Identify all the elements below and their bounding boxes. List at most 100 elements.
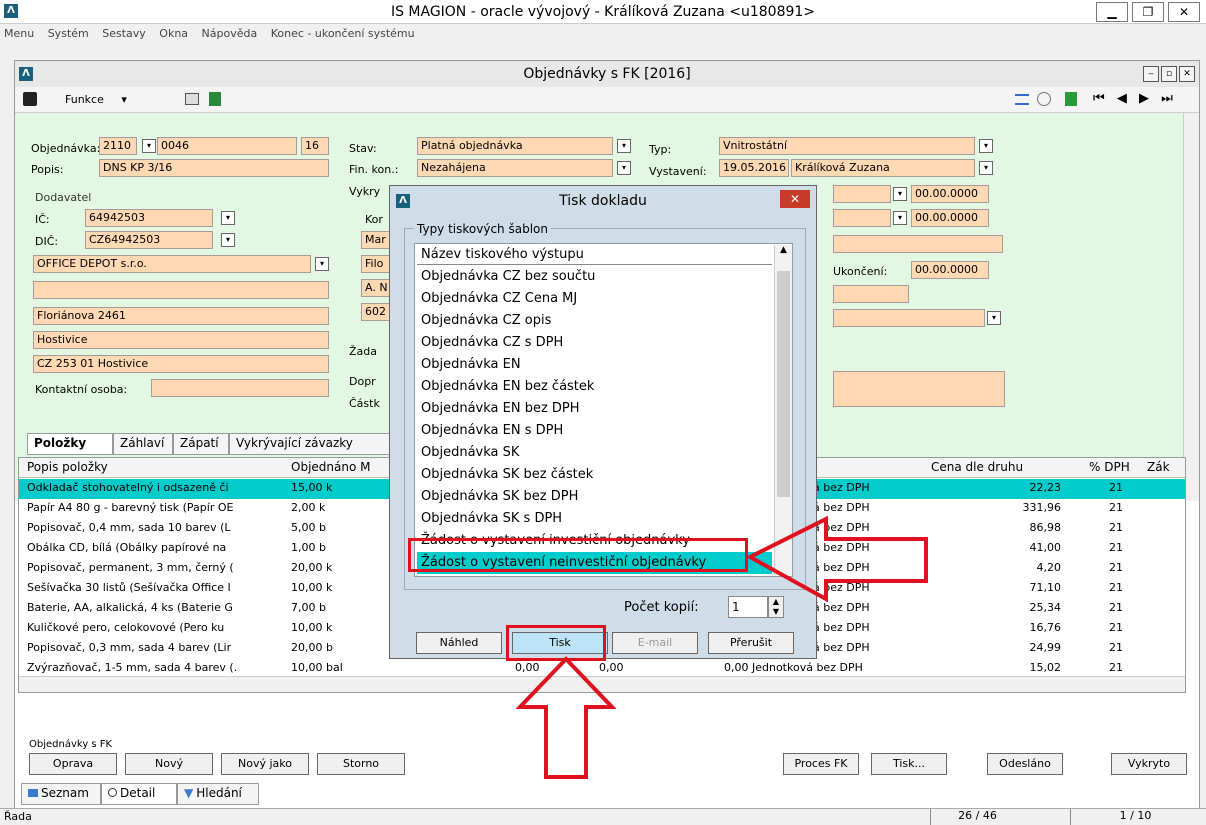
inner-close-button[interactable]: ✕ bbox=[1179, 66, 1195, 82]
vystaveni-datum-field[interactable]: 19.05.2016 bbox=[719, 159, 789, 177]
col-popis-header[interactable]: Popis položky bbox=[27, 460, 108, 474]
scroll-up-icon[interactable]: ▲ bbox=[775, 245, 792, 261]
projekt-dropdown[interactable]: ▾ bbox=[987, 311, 1001, 325]
templates-list-header[interactable]: Název tiskového výstupu bbox=[417, 245, 772, 265]
firma2-field[interactable] bbox=[33, 281, 329, 299]
misto-field[interactable] bbox=[833, 235, 1003, 253]
ulice-field[interactable]: Floriánova 2461 bbox=[33, 307, 329, 325]
proces-fk-button[interactable]: Proces FK bbox=[783, 753, 859, 775]
nahled-button[interactable]: Náhled bbox=[416, 632, 502, 654]
view-detail[interactable]: Detail bbox=[101, 783, 177, 805]
popis-field[interactable]: DNS KP 3/16 bbox=[99, 159, 329, 177]
scroll-thumb[interactable] bbox=[777, 271, 790, 497]
view-seznam[interactable]: Seznam bbox=[21, 783, 101, 805]
termin-field[interactable] bbox=[833, 209, 891, 227]
view-hledani[interactable]: ▼ Hledání bbox=[177, 783, 259, 805]
tab-vykryvajici[interactable]: Vykrývající závazky bbox=[229, 433, 401, 455]
template-item[interactable]: Objednávka SK bez DPH bbox=[417, 486, 772, 508]
stav-dropdown[interactable]: ▾ bbox=[617, 139, 631, 153]
search-icon[interactable] bbox=[1037, 92, 1051, 106]
field-602[interactable]: 602 bbox=[361, 303, 391, 321]
template-item[interactable]: Objednávka EN bez DPH bbox=[417, 398, 772, 420]
objednavka-rok-field[interactable]: 16 bbox=[301, 137, 329, 155]
storno-button[interactable]: Storno bbox=[317, 753, 405, 775]
minimize-button[interactable]: ▁ bbox=[1096, 2, 1128, 22]
menu-item-okna[interactable]: Okna bbox=[159, 27, 188, 40]
tab-zapati[interactable]: Zápatí bbox=[173, 433, 229, 455]
psc-field[interactable]: CZ 253 01 Hostivice bbox=[33, 355, 329, 373]
col-zak-header[interactable]: Zák bbox=[1147, 460, 1170, 474]
field-ma[interactable]: Mar bbox=[361, 231, 391, 249]
datum1-dropdown[interactable]: ▾ bbox=[893, 187, 907, 201]
tab-zahlavi[interactable]: Záhlaví bbox=[113, 433, 173, 455]
refresh-icon[interactable] bbox=[1065, 92, 1077, 106]
vystaveni-osoba-field[interactable]: Králíková Zuzana bbox=[791, 159, 975, 177]
menu-item-system[interactable]: Systém bbox=[48, 27, 89, 40]
vystaveni-dropdown[interactable]: ▾ bbox=[979, 161, 993, 175]
close-button[interactable]: ✕ bbox=[1168, 2, 1200, 22]
obec-field[interactable]: Hostivice bbox=[33, 331, 329, 349]
field-an[interactable]: A. N bbox=[361, 279, 391, 297]
datum2-field[interactable]: 00.00.0000 bbox=[911, 209, 989, 227]
inner-maximize-button[interactable]: ▫ bbox=[1161, 66, 1177, 82]
print-icon[interactable] bbox=[185, 93, 199, 105]
kontakt-field[interactable] bbox=[151, 379, 329, 397]
firma-field[interactable]: OFFICE DEPOT s.r.o. bbox=[33, 255, 311, 273]
stav-field[interactable]: Platná objednávka bbox=[417, 137, 613, 155]
template-item[interactable]: Objednávka CZ s DPH bbox=[417, 332, 772, 354]
fin-kon-field[interactable]: Nezahájena bbox=[417, 159, 613, 177]
vykryto-button[interactable]: Vykryto bbox=[1111, 753, 1187, 775]
ukonceni-field[interactable]: 00.00.0000 bbox=[911, 261, 989, 279]
tab-polozky[interactable]: Položky bbox=[27, 433, 113, 455]
col-objednano-header[interactable]: Objednáno M bbox=[291, 460, 370, 474]
menu-item-konec[interactable]: Konec - ukončení systému bbox=[271, 27, 415, 40]
last-record-icon[interactable]: ⏭ bbox=[1161, 91, 1173, 106]
fin-kon-dropdown[interactable]: ▾ bbox=[617, 161, 631, 175]
template-item[interactable]: Objednávka EN bez částek bbox=[417, 376, 772, 398]
typ-dropdown[interactable]: ▾ bbox=[979, 139, 993, 153]
next-record-icon[interactable]: ▶ bbox=[1139, 91, 1149, 106]
template-item[interactable]: Objednávka SK bbox=[417, 442, 772, 464]
novy-button[interactable]: Nový bbox=[125, 753, 213, 775]
template-item[interactable]: Objednávka CZ Cena MJ bbox=[417, 288, 772, 310]
novy-jako-button[interactable]: Nový jako bbox=[221, 753, 309, 775]
objednavka-dropdown[interactable]: ▾ bbox=[142, 139, 156, 153]
template-item[interactable]: Objednávka EN s DPH bbox=[417, 420, 772, 442]
save-icon[interactable] bbox=[209, 92, 221, 106]
menu-item-napoveda[interactable]: Nápověda bbox=[202, 27, 258, 40]
menu-item-sestavy[interactable]: Sestavy bbox=[102, 27, 146, 40]
template-item[interactable]: Objednávka SK s DPH bbox=[417, 508, 772, 530]
email-button[interactable]: E-mail bbox=[612, 632, 698, 654]
vykryti-field[interactable] bbox=[833, 185, 891, 203]
datum1-field[interactable]: 00.00.0000 bbox=[911, 185, 989, 203]
dic-dropdown[interactable]: ▾ bbox=[221, 233, 235, 247]
oprava-button[interactable]: Oprava bbox=[29, 753, 117, 775]
odeslano-button[interactable]: Odesláno bbox=[987, 753, 1063, 775]
list-icon[interactable] bbox=[1015, 94, 1029, 105]
form-scrollbar[interactable] bbox=[1183, 113, 1199, 501]
dic-field[interactable]: CZ64942503 bbox=[85, 231, 213, 249]
funkce-menu[interactable]: Funkce ▾ bbox=[65, 93, 127, 106]
ic-dropdown[interactable]: ▾ bbox=[221, 211, 235, 225]
template-item[interactable]: Objednávka CZ opis bbox=[417, 310, 772, 332]
datum2-dropdown[interactable]: ▾ bbox=[893, 211, 907, 225]
objednavka-cislo-field[interactable]: 0046 bbox=[157, 137, 297, 155]
prev-record-icon[interactable]: ◀ bbox=[1117, 91, 1127, 106]
template-item[interactable]: Objednávka EN bbox=[417, 354, 772, 376]
projekt-field[interactable] bbox=[833, 309, 985, 327]
col-cena-header[interactable]: Cena dle druhu bbox=[931, 460, 1023, 474]
extra-field[interactable] bbox=[833, 285, 909, 303]
first-record-icon[interactable]: ⏮ bbox=[1093, 91, 1105, 106]
typ-field[interactable]: Vnitrostátní bbox=[719, 137, 975, 155]
ic-field[interactable]: 64942503 bbox=[85, 209, 213, 227]
prerusit-button[interactable]: Přerušit bbox=[708, 632, 794, 654]
maximize-button[interactable]: ❐ bbox=[1132, 2, 1164, 22]
menu-item-menu[interactable]: Menu bbox=[4, 27, 34, 40]
field-filo[interactable]: Filo bbox=[361, 255, 391, 273]
firma-dropdown[interactable]: ▾ bbox=[315, 257, 329, 271]
objednavka-rada-field[interactable]: 2110 bbox=[99, 137, 137, 155]
inner-minimize-button[interactable]: ‒ bbox=[1143, 66, 1159, 82]
dialog-close-button[interactable]: ✕ bbox=[780, 190, 810, 208]
template-item[interactable]: Objednávka SK bez částek bbox=[417, 464, 772, 486]
poznamka-field[interactable] bbox=[833, 371, 1005, 407]
